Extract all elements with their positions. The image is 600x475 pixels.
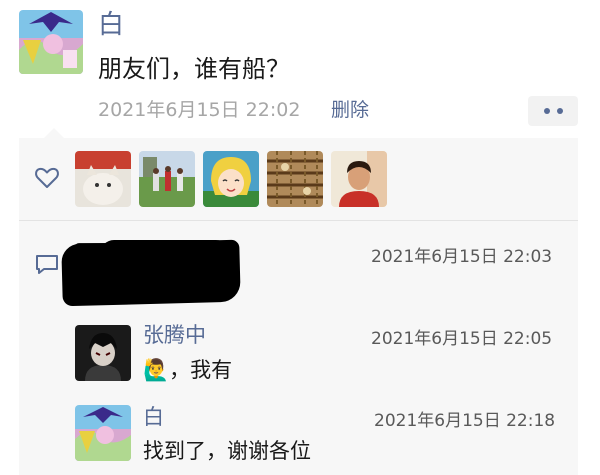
more-button[interactable] <box>528 96 578 126</box>
more-dots-icon <box>556 108 563 114</box>
raising-hand-emoji: 🙋‍♂️ <box>143 358 170 382</box>
post-author-name[interactable]: 白 <box>98 8 124 42</box>
like-avatar-anime-girl[interactable] <box>203 151 259 207</box>
comment-author-name[interactable]: 张腾中 <box>143 321 206 349</box>
delete-link[interactable]: 删除 <box>331 95 369 125</box>
like-avatar-group-photo[interactable] <box>139 151 195 207</box>
post-text: 朋友们，谁有船？ <box>98 55 290 83</box>
panel-pointer <box>44 128 64 138</box>
comment-author-name[interactable]: 白 <box>143 403 164 431</box>
comment-avatar[interactable] <box>75 325 131 381</box>
comment-text-body: ，我有 <box>169 358 233 382</box>
comment-bubble-icon <box>36 255 58 274</box>
like-avatar-pattern[interactable] <box>267 151 323 207</box>
more-dots-icon <box>543 108 550 114</box>
panel-divider <box>19 220 578 221</box>
comment-text: 🙋‍♂️，我有 <box>143 355 232 385</box>
like-avatar-portrait[interactable] <box>331 151 387 207</box>
post-timestamp: 2021年6月15日 22:02 <box>98 99 301 121</box>
comment-timestamp: 2021年6月15日 22:18 <box>374 411 556 431</box>
redaction-mark <box>100 240 230 276</box>
like-avatar-cat[interactable] <box>75 151 131 207</box>
comment-text: 找到了，谢谢各位 <box>143 439 311 463</box>
heart-outline-icon <box>35 167 59 188</box>
comment-avatar[interactable] <box>75 405 131 461</box>
comment-timestamp: 2021年6月15日 22:05 <box>371 329 553 349</box>
comment-timestamp: 2021年6月15日 22:03 <box>371 247 553 267</box>
author-avatar[interactable] <box>19 10 83 74</box>
